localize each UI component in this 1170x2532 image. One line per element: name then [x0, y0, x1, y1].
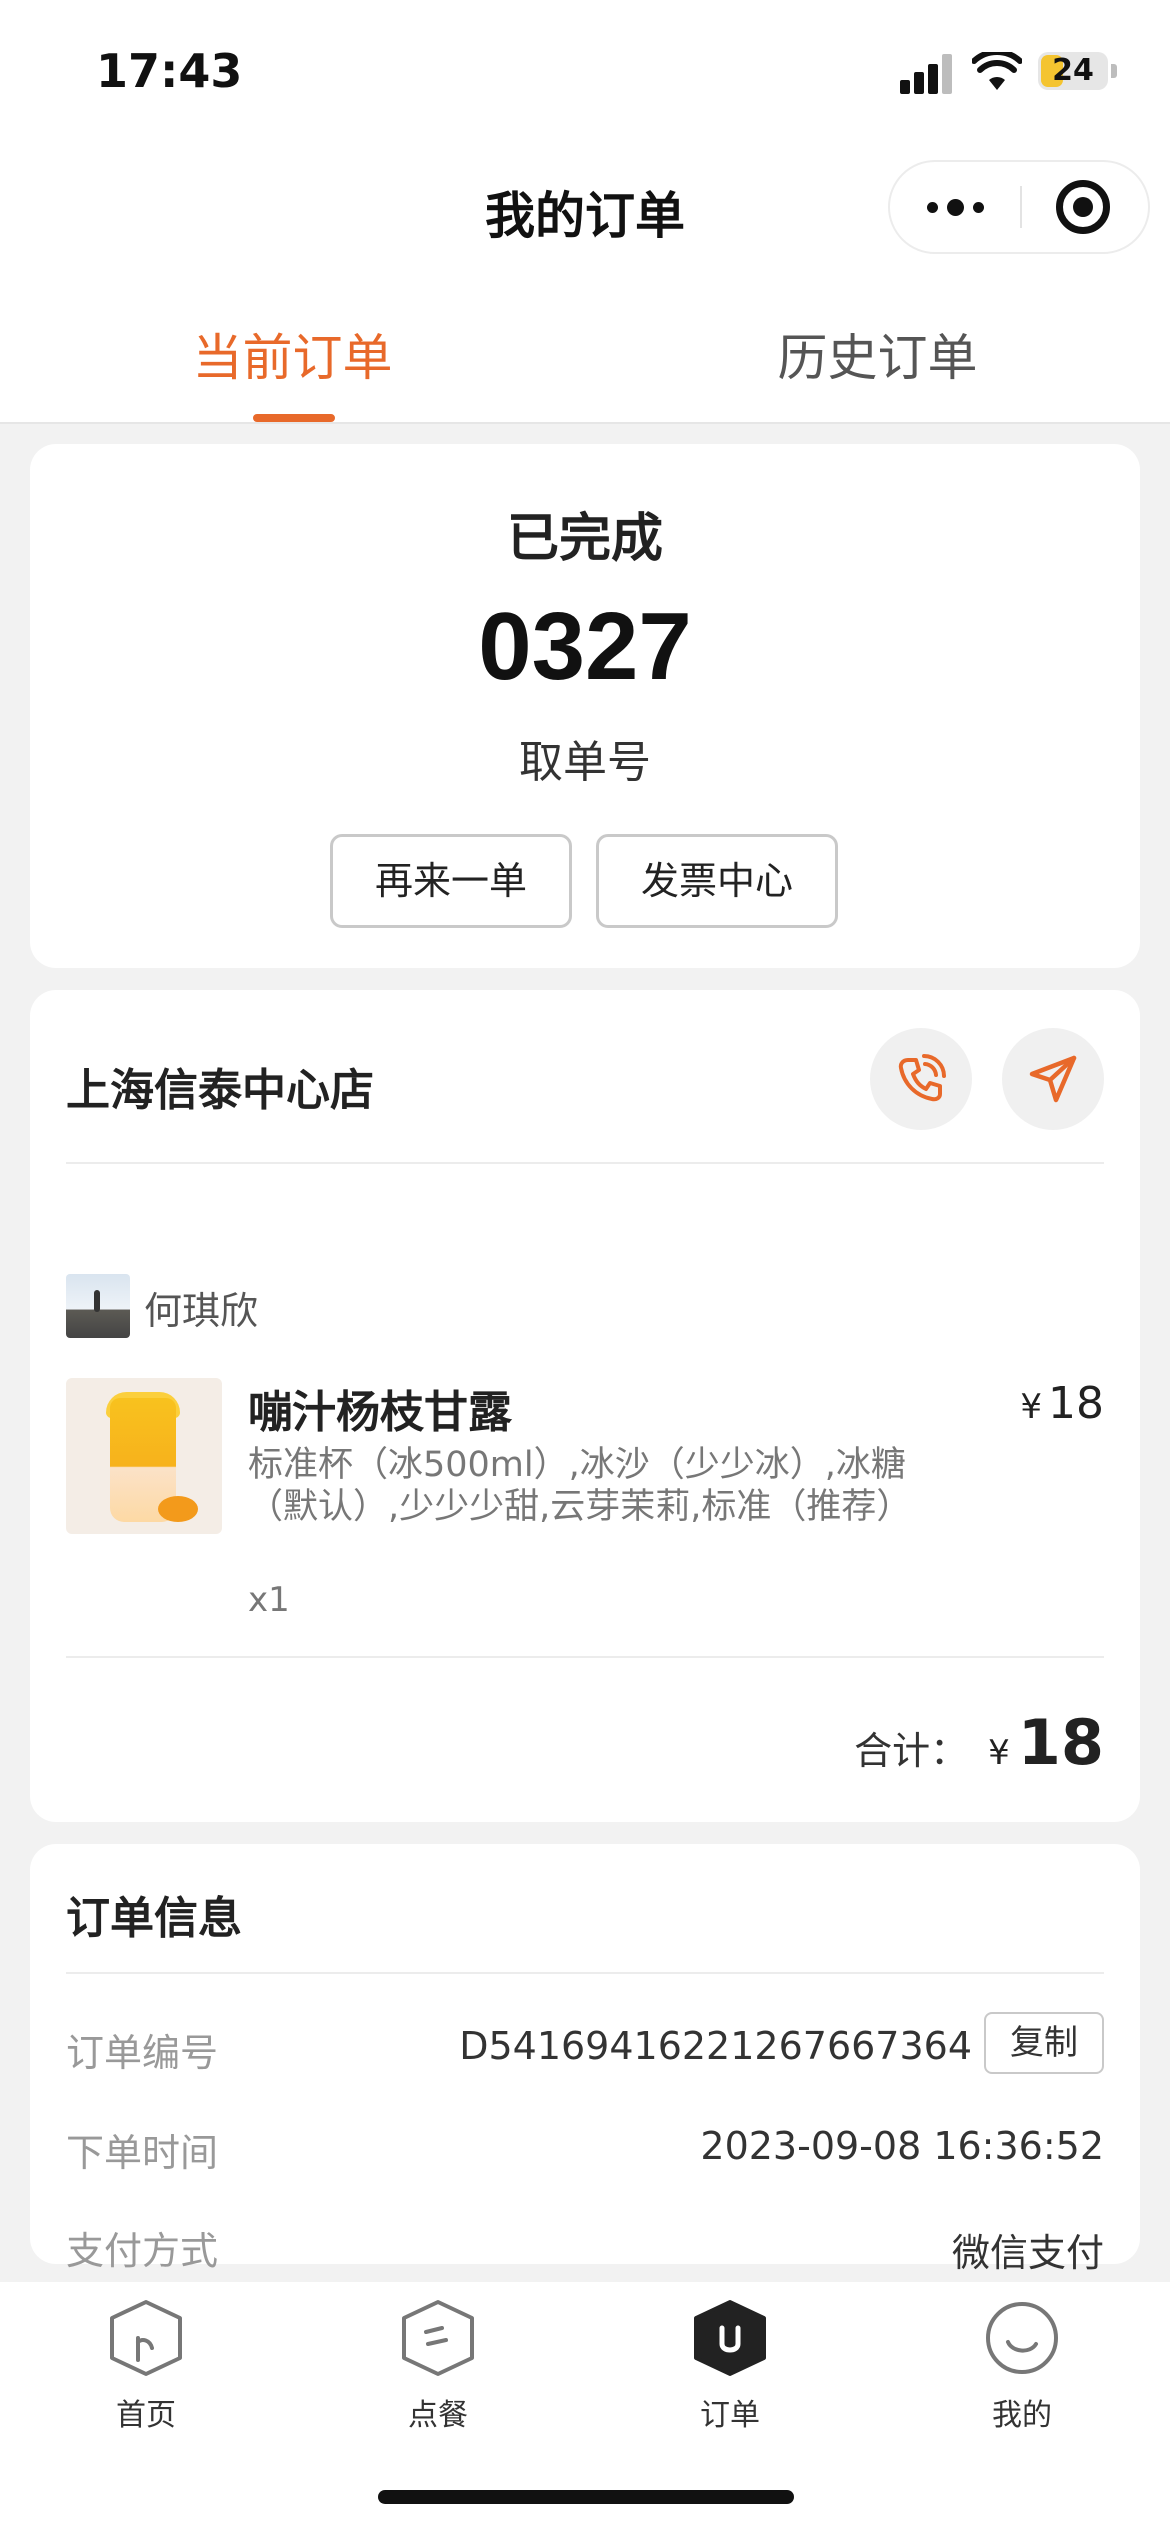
- order-time-value: 2023-09-08 16:36:52: [700, 2124, 1104, 2168]
- tabbar-orders-label: 订单: [700, 2398, 760, 2433]
- active-tab-indicator: [253, 414, 335, 422]
- order-status-card: 已完成 0327 取单号 再来一单 发票中心: [30, 444, 1140, 968]
- order-number-label: 订单编号: [66, 2031, 219, 2075]
- copy-order-number-button[interactable]: 复制: [984, 2012, 1104, 2074]
- tab-current-orders[interactable]: 当前订单: [0, 318, 585, 390]
- product-image: [66, 1378, 222, 1534]
- items-divider: [66, 1656, 1104, 1658]
- buyer-name: 何琪欣: [144, 1289, 259, 1333]
- order-total: 合计： ¥ 18: [854, 1706, 1104, 1779]
- tabbar-mine[interactable]: 我的: [922, 2298, 1122, 2448]
- tabbar-mine-label: 我的: [992, 2398, 1052, 2433]
- more-icon[interactable]: [890, 162, 1020, 252]
- order-number-value: D5416941622126766736​4: [459, 2024, 972, 2068]
- order-time-label: 下单时间: [66, 2131, 219, 2175]
- store-order-card: 上海信泰中心店 何琪欣 嘣汁杨枝甘露 ¥18 标准杯（冰500ml）,冰沙（少少…: [30, 990, 1140, 1822]
- tabbar-menu[interactable]: 点餐: [338, 2298, 538, 2448]
- phone-icon: [898, 1054, 946, 1102]
- total-amount: 18: [1017, 1706, 1104, 1779]
- mini-program-capsule: [888, 160, 1150, 254]
- order-number-row: 订单编号 D5416941622126766736​4 复制: [66, 2012, 1104, 2082]
- tab-history-orders[interactable]: 历史订单: [585, 318, 1170, 390]
- store-name: 上海信泰中心店: [66, 1065, 374, 1116]
- product-name: 嘣汁杨枝甘露: [248, 1387, 512, 1438]
- header-area: 17:43 24 我的订单 当前订单 历史订单: [0, 0, 1170, 424]
- payment-method-row: 支付方式 微信支付: [66, 2210, 1104, 2280]
- tabbar-home[interactable]: 首页: [46, 2298, 246, 2448]
- info-divider: [66, 1972, 1104, 1974]
- order-info-card: 订单信息 订单编号 D5416941622126766736​4 复制 下单时间…: [30, 1844, 1140, 2275]
- home-indicator: [378, 2490, 794, 2504]
- store-divider: [66, 1162, 1104, 1164]
- order-time-row: 下单时间 2023-09-08 16:36:52: [66, 2112, 1104, 2182]
- total-label: 合计：: [854, 1729, 969, 1773]
- navigate-store-button[interactable]: [1002, 1028, 1104, 1130]
- tabbar-menu-label: 点餐: [408, 2398, 468, 2433]
- pickup-label: 取单号: [519, 737, 651, 788]
- order-status: 已完成: [506, 509, 663, 569]
- close-target-icon[interactable]: [1056, 180, 1110, 234]
- payment-method-label: 支付方式: [66, 2229, 219, 2273]
- total-currency: ¥: [988, 1733, 1010, 1773]
- call-store-button[interactable]: [870, 1028, 972, 1130]
- profile-icon: [986, 2302, 1058, 2374]
- home-icon: [110, 2300, 182, 2376]
- product-spec: 标准杯（冰500ml）,冰沙（少少冰）,冰糖（默认）,少少少甜,云芽茉莉,标准（…: [248, 1445, 912, 1527]
- orders-icon: [694, 2300, 766, 2376]
- tabbar-orders[interactable]: 订单: [630, 2298, 830, 2448]
- product-price: ¥18: [1020, 1378, 1104, 1429]
- status-time: 17:43: [96, 44, 243, 98]
- battery-level: 24: [1052, 53, 1094, 88]
- signal-icon: [900, 50, 956, 94]
- reorder-button[interactable]: 再来一单: [330, 834, 572, 928]
- order-info-title: 订单信息: [66, 1893, 242, 1944]
- battery-icon: 24: [1038, 52, 1108, 90]
- pickup-number: 0327: [478, 593, 692, 700]
- product-quantity: x1: [248, 1580, 290, 1620]
- avatar: [66, 1274, 130, 1338]
- tabbar-home-label: 首页: [116, 2398, 176, 2433]
- wifi-icon: [972, 52, 1022, 90]
- invoice-center-button[interactable]: 发票中心: [596, 834, 838, 928]
- tabs-divider: [0, 422, 1170, 424]
- menu-icon: [402, 2300, 474, 2376]
- payment-method-value: 微信支付: [951, 2231, 1104, 2275]
- navigation-arrow-icon: [1029, 1055, 1077, 1103]
